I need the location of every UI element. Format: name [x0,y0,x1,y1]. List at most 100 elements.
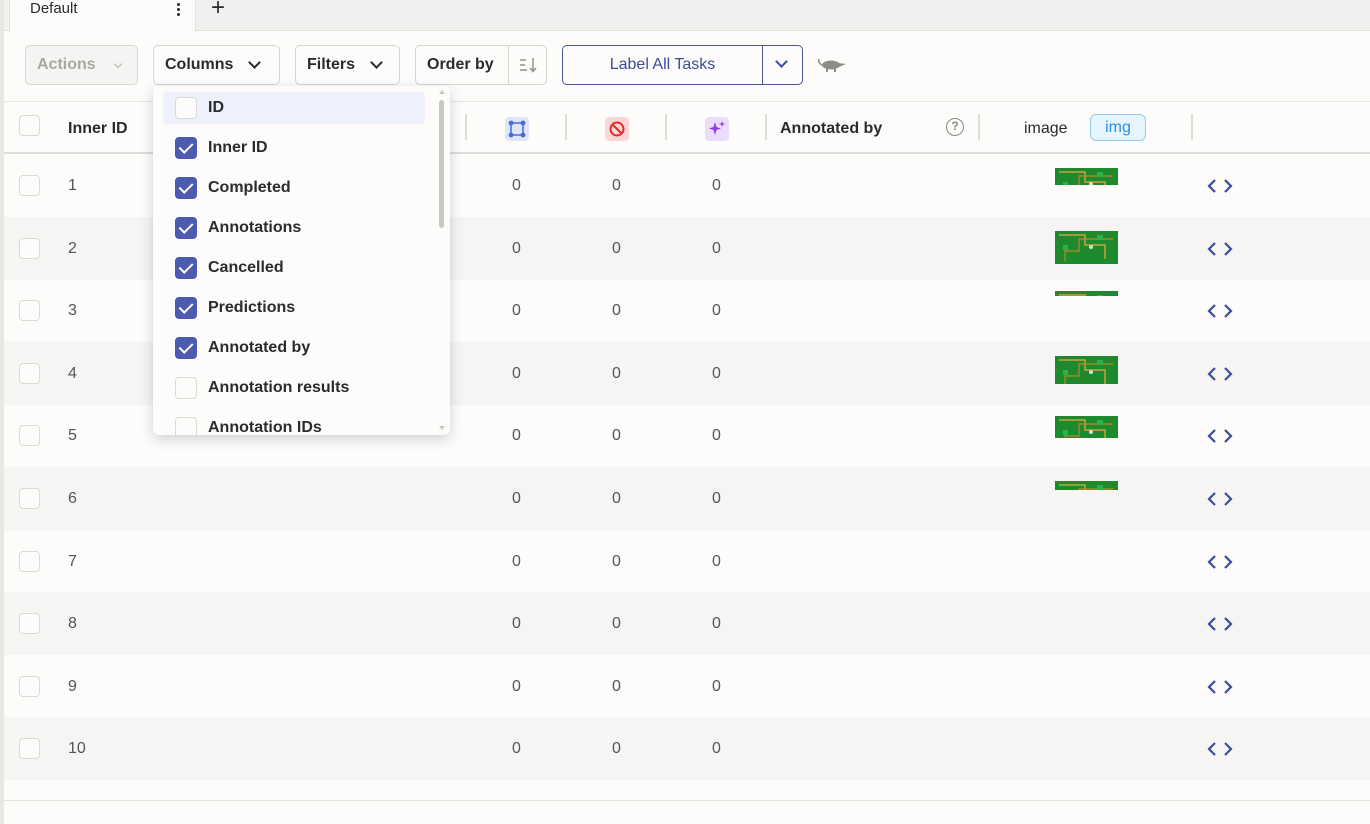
column-option[interactable]: Inner ID [163,132,425,164]
row-checkbox[interactable] [19,363,40,384]
column-option-checkbox[interactable] [175,337,197,359]
sort-direction-icon[interactable] [518,56,538,74]
column-option[interactable]: Annotated by [163,332,425,364]
column-header-annotated-by[interactable]: Annotated by [780,120,882,138]
column-option-checkbox[interactable] [175,137,197,159]
order-by-button[interactable]: Order by [415,45,547,85]
image-thumbnail[interactable] [1055,356,1118,384]
column-option-checkbox[interactable] [175,377,197,399]
select-all-checkbox[interactable] [19,115,40,136]
filters-button[interactable]: Filters [295,45,400,85]
label-all-tasks-button[interactable]: Label All Tasks [562,45,803,85]
add-tab-icon[interactable]: + [207,0,229,21]
column-separator[interactable] [978,114,980,140]
column-separator[interactable] [1191,114,1193,140]
chevron-down-icon [113,59,123,69]
cell-inner-id: 9 [68,678,77,695]
row-checkbox[interactable] [19,613,40,634]
column-option[interactable]: Predictions [163,292,425,324]
label-all-tasks-label: Label All Tasks [609,56,716,73]
column-header-inner-id[interactable]: Inner ID [68,120,128,138]
row-checkbox[interactable] [19,551,40,572]
columns-button[interactable]: Columns [153,45,280,85]
table-row[interactable]: 7 0 0 0 [4,530,1370,593]
table-row[interactable]: 6 0 0 0 [4,467,1370,530]
column-option-checkbox[interactable] [175,257,197,279]
code-icon[interactable] [1207,179,1233,193]
help-icon[interactable]: ? [946,118,964,136]
row-checkbox[interactable] [19,676,40,697]
cell-annotations: 0 [512,427,521,444]
cell-cancelled: 0 [612,678,621,695]
image-thumbnail[interactable] [1055,291,1118,296]
code-icon[interactable] [1207,742,1233,756]
actions-button[interactable]: Actions [25,45,138,85]
chevron-down-icon[interactable] [775,55,788,68]
code-icon[interactable] [1207,304,1233,318]
actions-button-label: Actions [37,56,96,73]
column-option[interactable]: Cancelled [163,252,425,284]
image-thumbnail[interactable] [1055,416,1118,438]
order-divider [508,46,509,84]
column-option[interactable]: Completed [163,172,425,204]
cell-cancelled: 0 [612,615,621,632]
column-separator[interactable] [565,114,567,140]
row-checkbox[interactable] [19,488,40,509]
filters-button-label: Filters [307,56,356,73]
code-icon[interactable] [1207,492,1233,506]
cell-annotations: 0 [512,678,521,695]
column-option-checkbox[interactable] [175,97,197,119]
data-manager: Default + Actions Columns Filters Order … [0,0,1370,824]
column-option[interactable]: Annotation IDs [163,412,425,435]
row-checkbox[interactable] [19,175,40,196]
image-thumbnail[interactable] [1055,231,1118,264]
scroll-down-icon[interactable] [439,426,445,430]
column-option-checkbox[interactable] [175,177,197,199]
row-checkbox[interactable] [19,425,40,446]
table-row[interactable]: 10 0 0 0 [4,717,1370,780]
column-separator[interactable] [465,114,467,140]
image-thumbnail[interactable] [1055,168,1118,185]
column-separator[interactable] [765,114,767,140]
code-icon[interactable] [1207,617,1233,631]
column-separator[interactable] [665,114,667,140]
column-option[interactable]: ID [163,92,425,124]
cell-cancelled: 0 [612,740,621,757]
code-icon[interactable] [1207,680,1233,694]
cell-predictions: 0 [712,490,721,507]
row-checkbox[interactable] [19,238,40,259]
code-icon[interactable] [1207,429,1233,443]
cell-inner-id: 8 [68,615,77,632]
column-option[interactable]: Annotation results [163,372,425,404]
row-checkbox[interactable] [19,738,40,759]
code-icon[interactable] [1207,242,1233,256]
table-row[interactable]: 9 0 0 0 [4,655,1370,718]
tab-default[interactable]: Default [9,0,196,32]
cell-inner-id: 4 [68,365,77,382]
board-image-icon [1055,356,1118,384]
column-header-image[interactable]: image [1024,120,1068,138]
column-option[interactable]: Annotations [163,212,425,244]
board-image-icon [1055,481,1118,490]
code-icon[interactable] [1207,555,1233,569]
dropdown-scrollbar[interactable] [439,100,444,228]
table-bottom-border [4,800,1370,801]
cell-annotations: 0 [512,365,521,382]
opossum-icon[interactable] [818,56,848,74]
column-option-checkbox[interactable] [175,217,197,239]
cell-inner-id: 1 [68,177,77,194]
column-option-label: Annotated by [208,339,311,356]
code-icon[interactable] [1207,367,1233,381]
table-row[interactable]: 8 0 0 0 [4,592,1370,655]
scroll-up-icon[interactable] [439,90,445,94]
chevron-down-icon [248,56,261,69]
cell-annotations: 0 [512,615,521,632]
tab-menu-icon[interactable] [170,1,186,17]
board-image-icon [1055,168,1118,185]
row-checkbox[interactable] [19,300,40,321]
column-option-checkbox[interactable] [175,417,197,435]
image-thumbnail[interactable] [1055,481,1118,490]
column-option-checkbox[interactable] [175,297,197,319]
cell-cancelled: 0 [612,427,621,444]
cell-annotations: 0 [512,740,521,757]
